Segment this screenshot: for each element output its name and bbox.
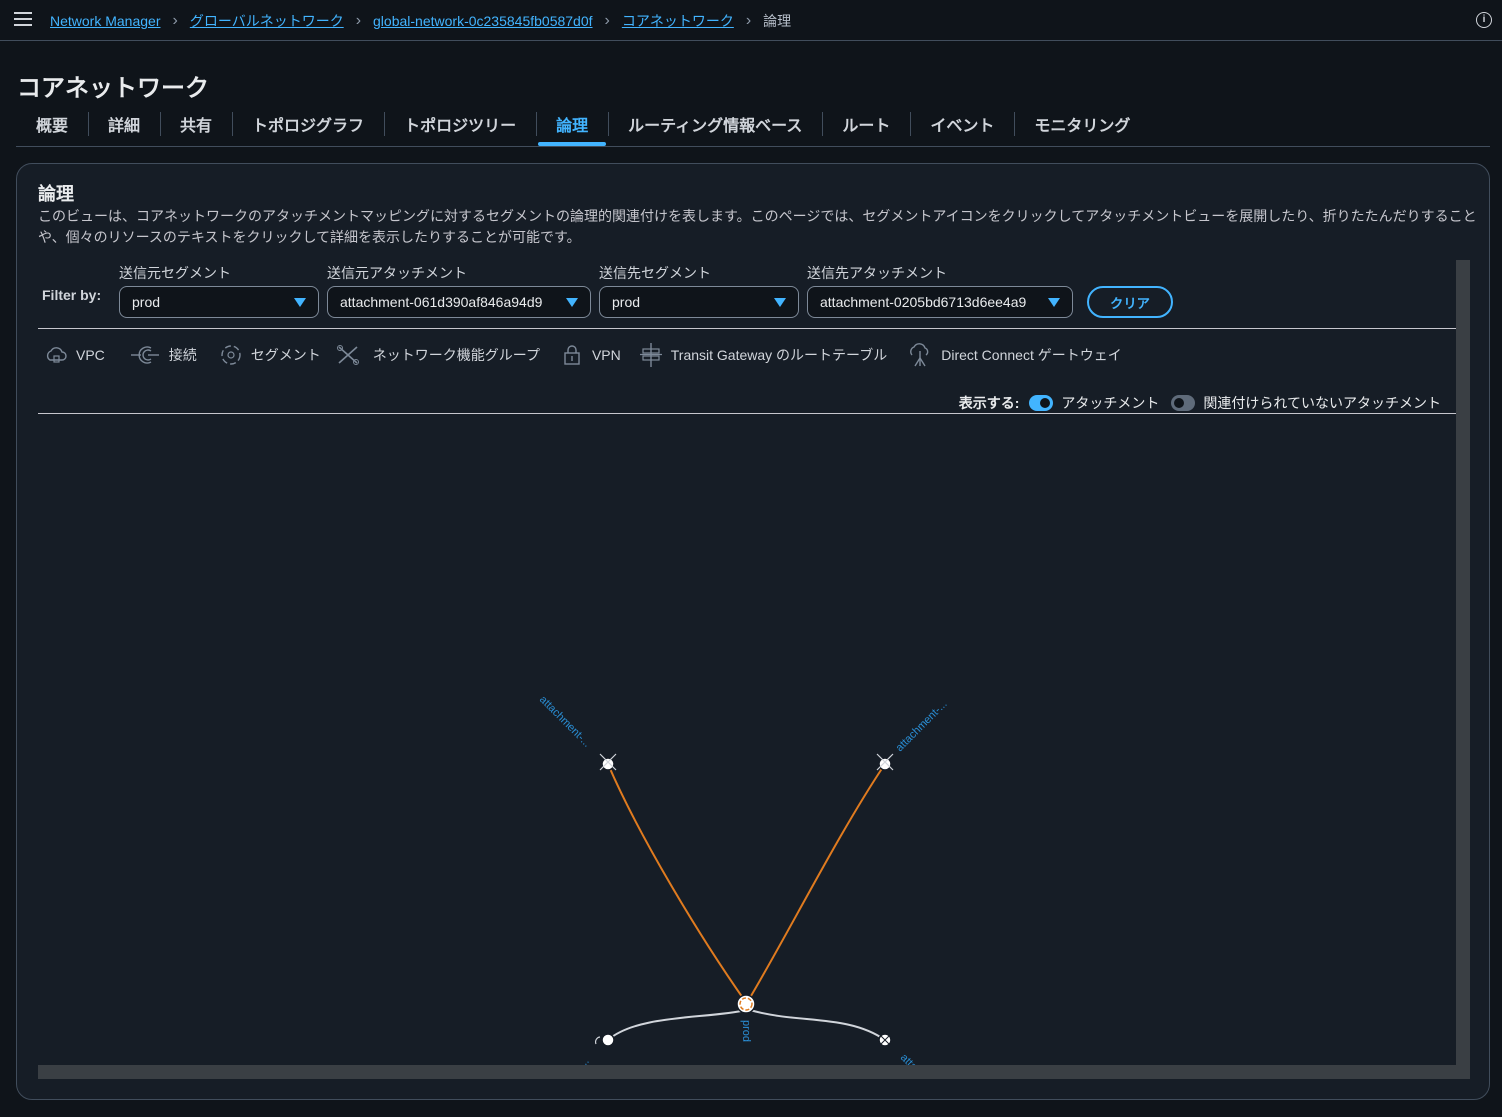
source-attachment-label: 送信元アタッチメント: [327, 265, 467, 281]
segment-icon: [221, 345, 241, 365]
unassociated-attachments-toggle-label: 関連付けられていないアタッチメント: [1203, 395, 1441, 411]
dest-segment-filter: 送信先セグメント prod: [599, 263, 799, 318]
filter-by-label: Filter by:: [42, 287, 102, 303]
page-title: コアネットワーク: [17, 75, 209, 102]
vpn-icon: [564, 345, 580, 365]
segment-label-prod[interactable]: prod: [740, 1020, 752, 1042]
source-attachment-filter: 送信元アタッチメント attachment-061d390af846a94d9: [327, 263, 591, 318]
tab-sharing[interactable]: 共有: [160, 104, 232, 146]
breadcrumb-current: 論理: [763, 13, 792, 29]
source-segment-value: prod: [132, 294, 161, 310]
display-label: 表示する:: [958, 395, 1020, 411]
legend-label-vpn: VPN: [591, 347, 621, 363]
divider: [38, 328, 1456, 329]
chevron-right-icon: ›: [745, 12, 752, 29]
tab-logical[interactable]: 論理: [536, 104, 608, 146]
highlighted-edge[interactable]: [747, 763, 886, 1002]
legend-item-network-function-group: ネットワーク機能グループ: [335, 343, 540, 367]
tab-routing-information-base[interactable]: ルーティング情報ベース: [608, 104, 822, 146]
legend-label-network-function-group: ネットワーク機能グループ: [372, 347, 540, 363]
breadcrumb-core-network[interactable]: コアネットワーク: [622, 11, 734, 31]
logical-graph-svg: attachment-... attachment-... attachment…: [536, 694, 954, 1111]
legend-item-direct-connect-gateway: Direct Connect ゲートウェイ: [907, 342, 1122, 368]
horizontal-scrollbar[interactable]: [38, 1065, 1470, 1079]
tab-routes[interactable]: ルート: [822, 104, 910, 146]
unassociated-attachments-toggle[interactable]: [1171, 395, 1196, 411]
logical-graph-canvas[interactable]: attachment-... attachment-... attachment…: [38, 414, 1456, 1111]
tab-overview[interactable]: 概要: [16, 104, 88, 146]
attachment-node[interactable]: [876, 753, 894, 771]
caret-down-icon: [774, 297, 786, 307]
legend-label-segment: セグメント: [250, 347, 321, 363]
legend-label-vpc: VPC: [76, 347, 105, 363]
attachment-node[interactable]: [599, 753, 617, 771]
dest-attachment-value: attachment-0205bd6713d6ee4a9: [820, 294, 1027, 310]
legend: VPC 接続 セグメント ネットワーク機能グループ VPN Transit Ga…: [44, 342, 1136, 368]
display-toggles: 表示する: アタッチメント 関連付けられていないアタッチメント: [959, 393, 1441, 413]
dest-segment-value: prod: [612, 294, 641, 310]
graph-edge[interactable]: [749, 1009, 886, 1041]
filter-bar: Filter by: 送信元セグメント prod 送信元アタッチメント atta…: [38, 259, 1456, 329]
connect-icon: [130, 346, 159, 364]
dest-segment-label: 送信先セグメント: [599, 265, 711, 281]
source-segment-filter: 送信元セグメント prod: [119, 263, 319, 318]
attachments-toggle-label: アタッチメント: [1061, 395, 1160, 411]
tab-monitoring[interactable]: モニタリング: [1014, 104, 1150, 146]
legend-label-direct-connect-gateway: Direct Connect ゲートウェイ: [941, 347, 1122, 363]
legend-item-connect: 接続: [129, 344, 197, 366]
highlighted-edge[interactable]: [607, 763, 746, 1002]
chevron-right-icon: ›: [172, 12, 178, 29]
legend-label-transit-gateway-route-table: Transit Gateway のルートテーブル: [670, 347, 888, 363]
source-segment-label: 送信元セグメント: [119, 265, 231, 281]
tab-details[interactable]: 詳細: [88, 104, 160, 146]
legend-item-vpc: VPC: [44, 344, 105, 366]
legend-item-transit-gateway-route-table: Transit Gateway のルートテーブル: [639, 342, 887, 368]
breadcrumb-global-network[interactable]: グローバルネットワーク: [190, 11, 344, 31]
dest-attachment-select[interactable]: attachment-0205bd6713d6ee4a9: [807, 286, 1073, 318]
attachment-label[interactable]: attachment-...: [536, 1055, 592, 1111]
tab-events[interactable]: イベント: [910, 104, 1014, 146]
legend-label-connect: 接続: [168, 347, 197, 363]
attachments-toggle[interactable]: [1029, 395, 1054, 411]
dest-attachment-filter: 送信先アタッチメント attachment-0205bd6713d6ee4a9: [807, 263, 1073, 318]
attachment-node[interactable]: [594, 1033, 615, 1047]
legend-item-vpn: VPN: [560, 343, 621, 367]
clear-filters-button[interactable]: クリア: [1087, 286, 1173, 318]
transit-gateway-route-table-icon: [639, 343, 662, 367]
graph-edge[interactable]: [607, 1009, 747, 1041]
source-attachment-select[interactable]: attachment-061d390af846a94d9: [327, 286, 591, 318]
logical-view-container: 論理 このビューは、コアネットワークのアタッチメントマッピングに対するセグメント…: [16, 163, 1490, 1111]
breadcrumb-global-network-id[interactable]: global-network-0c235845fb0587d0f: [373, 13, 593, 29]
vertical-scrollbar[interactable]: [1456, 260, 1470, 1079]
tab-topology-graph[interactable]: トポロジグラフ: [232, 104, 384, 146]
panel-title: 論理: [38, 184, 74, 204]
network-function-group-icon: [336, 345, 359, 365]
legend-item-segment: セグメント: [219, 343, 321, 367]
chevron-right-icon: ›: [604, 12, 610, 29]
info-icon[interactable]: i: [1476, 12, 1492, 28]
tab-topology-tree[interactable]: トポロジツリー: [384, 104, 536, 146]
segment-node-prod[interactable]: [736, 994, 756, 1014]
dest-attachment-label: 送信先アタッチメント: [807, 265, 947, 281]
caret-down-icon: [566, 297, 578, 307]
attachment-label[interactable]: attachment-...: [894, 698, 950, 754]
direct-connect-gateway-icon: [910, 343, 929, 367]
chevron-right-icon: ›: [355, 12, 362, 29]
attachment-label[interactable]: attachment-...: [537, 694, 593, 750]
tab-list: 概要 詳細 共有 トポロジグラフ トポロジツリー 論理 ルーティング情報ベース …: [16, 104, 1490, 147]
panel-description: このビューは、コアネットワークのアタッチメントマッピングに対するセグメントの論理…: [38, 208, 1477, 245]
caret-down-icon: [1048, 297, 1060, 307]
dest-segment-select[interactable]: prod: [599, 286, 799, 318]
breadcrumb: Network Manager › グローバルネットワーク › global-n…: [50, 11, 791, 31]
source-segment-select[interactable]: prod: [119, 286, 319, 318]
attachment-label[interactable]: attachment-...: [898, 1052, 954, 1108]
caret-down-icon: [294, 297, 306, 307]
breadcrumb-network-manager[interactable]: Network Manager: [50, 13, 161, 29]
vpc-icon: [46, 347, 67, 363]
top-navigation-bar: Network Manager › グローバルネットワーク › global-n…: [0, 0, 1502, 41]
source-attachment-value: attachment-061d390af846a94d9: [340, 294, 543, 310]
hamburger-menu-icon[interactable]: [14, 12, 32, 28]
attachment-node[interactable]: [878, 1033, 892, 1047]
